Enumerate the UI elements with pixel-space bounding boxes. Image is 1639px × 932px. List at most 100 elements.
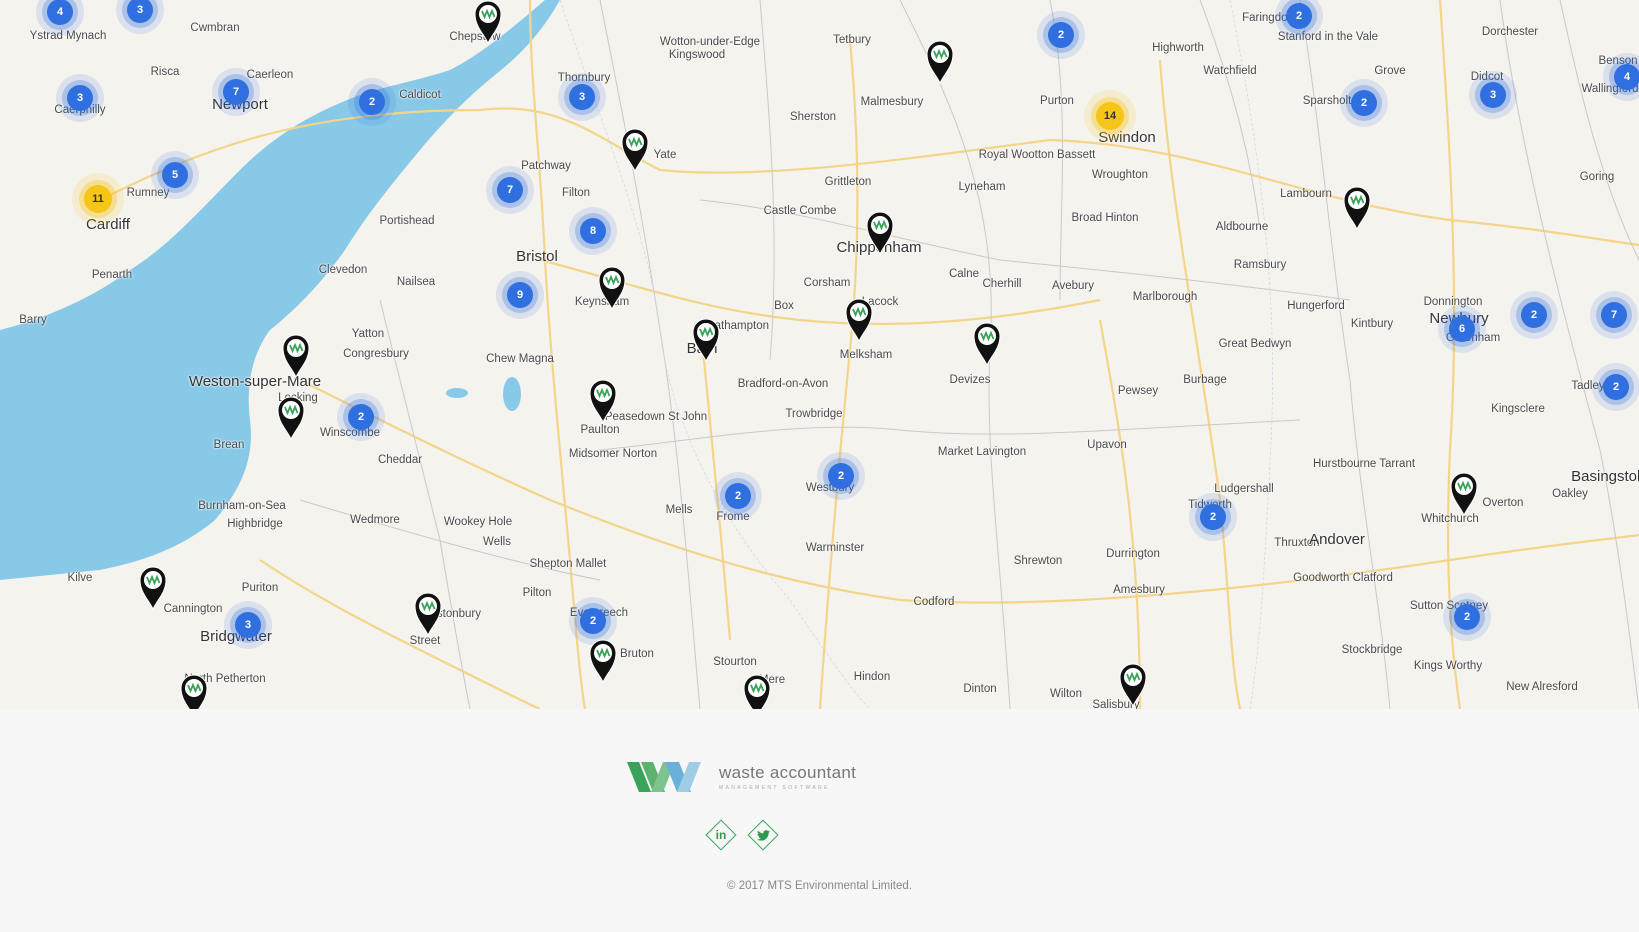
place-label: Wroughton — [1091, 169, 1149, 181]
place-label: Pewsey — [1117, 385, 1159, 397]
location-pin-icon[interactable] — [926, 40, 954, 85]
place-label: Kingsclere — [1491, 403, 1545, 415]
place-label: Tetbury — [833, 34, 871, 46]
place-label: Shepton Mallet — [529, 558, 607, 570]
marker-cluster[interactable]: 2 — [1200, 504, 1226, 530]
place-label: Yate — [653, 149, 677, 161]
place-label: Caerleon — [246, 69, 294, 81]
place-label: Codford — [913, 596, 955, 608]
twitter-icon — [747, 819, 779, 851]
logo-name: waste accountant — [719, 763, 857, 782]
place-label: Malmesbury — [860, 96, 924, 108]
location-pin-icon[interactable] — [845, 298, 873, 343]
marker-cluster[interactable]: 7 — [1601, 302, 1627, 328]
marker-cluster[interactable]: 2 — [1048, 22, 1074, 48]
marker-cluster[interactable]: 2 — [348, 404, 374, 430]
place-label: Kintbury — [1350, 318, 1394, 330]
location-pin-icon[interactable] — [621, 128, 649, 173]
waste-accountant-logo[interactable]: waste accountant MANAGEMENT SOFTWARE — [627, 760, 856, 794]
place-label: Calne — [948, 268, 980, 280]
marker-cluster[interactable]: 2 — [725, 483, 751, 509]
place-label: Wookey Hole — [443, 516, 513, 528]
place-label: Bridgwater — [200, 628, 272, 645]
place-label: Puriton — [241, 582, 279, 594]
marker-cluster[interactable]: 6 — [1449, 316, 1475, 342]
place-label: Dinton — [963, 683, 997, 695]
place-label: Cannington — [163, 603, 223, 615]
location-pin-icon[interactable] — [277, 396, 305, 441]
location-pin-icon[interactable] — [1119, 663, 1147, 708]
place-label: Sherston — [789, 111, 837, 123]
marker-cluster[interactable]: 2 — [1521, 302, 1547, 328]
place-label: Thornbury — [557, 72, 611, 84]
marker-cluster[interactable]: 2 — [1603, 374, 1629, 400]
twitter-button[interactable] — [747, 819, 779, 851]
marker-cluster[interactable]: 4 — [1614, 64, 1639, 90]
place-label: Barry — [19, 314, 47, 326]
location-pin-icon[interactable] — [1450, 472, 1478, 517]
marker-cluster[interactable]: 11 — [84, 185, 112, 213]
marker-cluster[interactable]: 3 — [569, 84, 595, 110]
marker-cluster[interactable]: 7 — [223, 79, 249, 105]
location-pin-icon[interactable] — [589, 639, 617, 684]
marker-cluster[interactable]: 5 — [162, 162, 188, 188]
location-pin-icon[interactable] — [589, 379, 617, 424]
place-label: Lambourn — [1280, 188, 1332, 200]
place-label: Midsomer Norton — [568, 448, 658, 460]
marker-cluster[interactable]: 3 — [1480, 82, 1506, 108]
place-label: Brean — [213, 439, 245, 451]
marker-cluster[interactable]: 2 — [1454, 604, 1480, 630]
place-label: Bradford-on-Avon — [737, 378, 829, 390]
place-label: Lyneham — [958, 181, 1006, 193]
location-pin-icon[interactable] — [414, 592, 442, 637]
place-label: Street — [409, 635, 441, 647]
place-label: Donnington — [1423, 296, 1483, 308]
place-label: Stockbridge — [1341, 644, 1403, 656]
marker-cluster[interactable]: 7 — [497, 177, 523, 203]
place-label: Frome — [716, 511, 750, 523]
marker-cluster[interactable]: 2 — [580, 608, 606, 634]
marker-cluster[interactable]: 4 — [47, 0, 73, 25]
location-pin-icon[interactable] — [866, 211, 894, 256]
place-label: Kingswood — [668, 49, 726, 61]
linkedin-button[interactable]: in — [705, 819, 737, 851]
location-pin-icon[interactable] — [474, 0, 502, 45]
location-pin-icon[interactable] — [180, 674, 208, 709]
place-label: Royal Wootton Bassett — [978, 149, 1096, 161]
place-label: Swindon — [1098, 129, 1156, 146]
location-pin-icon[interactable] — [1343, 186, 1371, 231]
marker-cluster[interactable]: 9 — [507, 282, 533, 308]
location-pin-icon[interactable] — [139, 566, 167, 611]
place-label: Paulton — [580, 424, 620, 436]
place-label: Cherhill — [982, 278, 1022, 290]
location-pin-icon[interactable] — [973, 322, 1001, 367]
marker-cluster[interactable]: 8 — [580, 218, 606, 244]
place-label: Rumney — [126, 187, 170, 199]
marker-cluster[interactable]: 3 — [67, 85, 93, 111]
place-label: Wells — [483, 536, 511, 548]
marker-cluster[interactable]: 2 — [1351, 90, 1377, 116]
location-pin-icon[interactable] — [282, 334, 310, 379]
place-label: Grittleton — [824, 176, 872, 188]
map[interactable]: Cwmbran Ystrad Mynach Risca Caerleon Newport… — [0, 0, 1639, 709]
place-label: Sparsholt — [1302, 95, 1352, 107]
marker-cluster[interactable]: 2 — [1286, 3, 1312, 29]
place-label: Yatton — [351, 328, 385, 340]
place-label: Shrewton — [1013, 555, 1063, 567]
location-pin-icon[interactable] — [598, 266, 626, 311]
place-label: Bruton — [620, 648, 654, 660]
location-pin-icon[interactable] — [743, 674, 771, 709]
place-label: Congresbury — [343, 348, 409, 360]
place-label: Mells — [665, 504, 693, 516]
place-label: Avebury — [1052, 280, 1094, 292]
place-label: Didcot — [1470, 71, 1504, 83]
place-label: Trowbridge — [785, 408, 843, 420]
location-pin-icon[interactable] — [692, 318, 720, 363]
marker-cluster[interactable]: 2 — [828, 463, 854, 489]
place-label: Castle Combe — [763, 205, 837, 217]
place-label: Ludgershall — [1214, 483, 1274, 495]
marker-cluster[interactable]: 14 — [1096, 102, 1124, 130]
marker-cluster[interactable]: 3 — [235, 612, 261, 638]
place-label: Kilve — [67, 572, 93, 584]
marker-cluster[interactable]: 2 — [359, 89, 385, 115]
